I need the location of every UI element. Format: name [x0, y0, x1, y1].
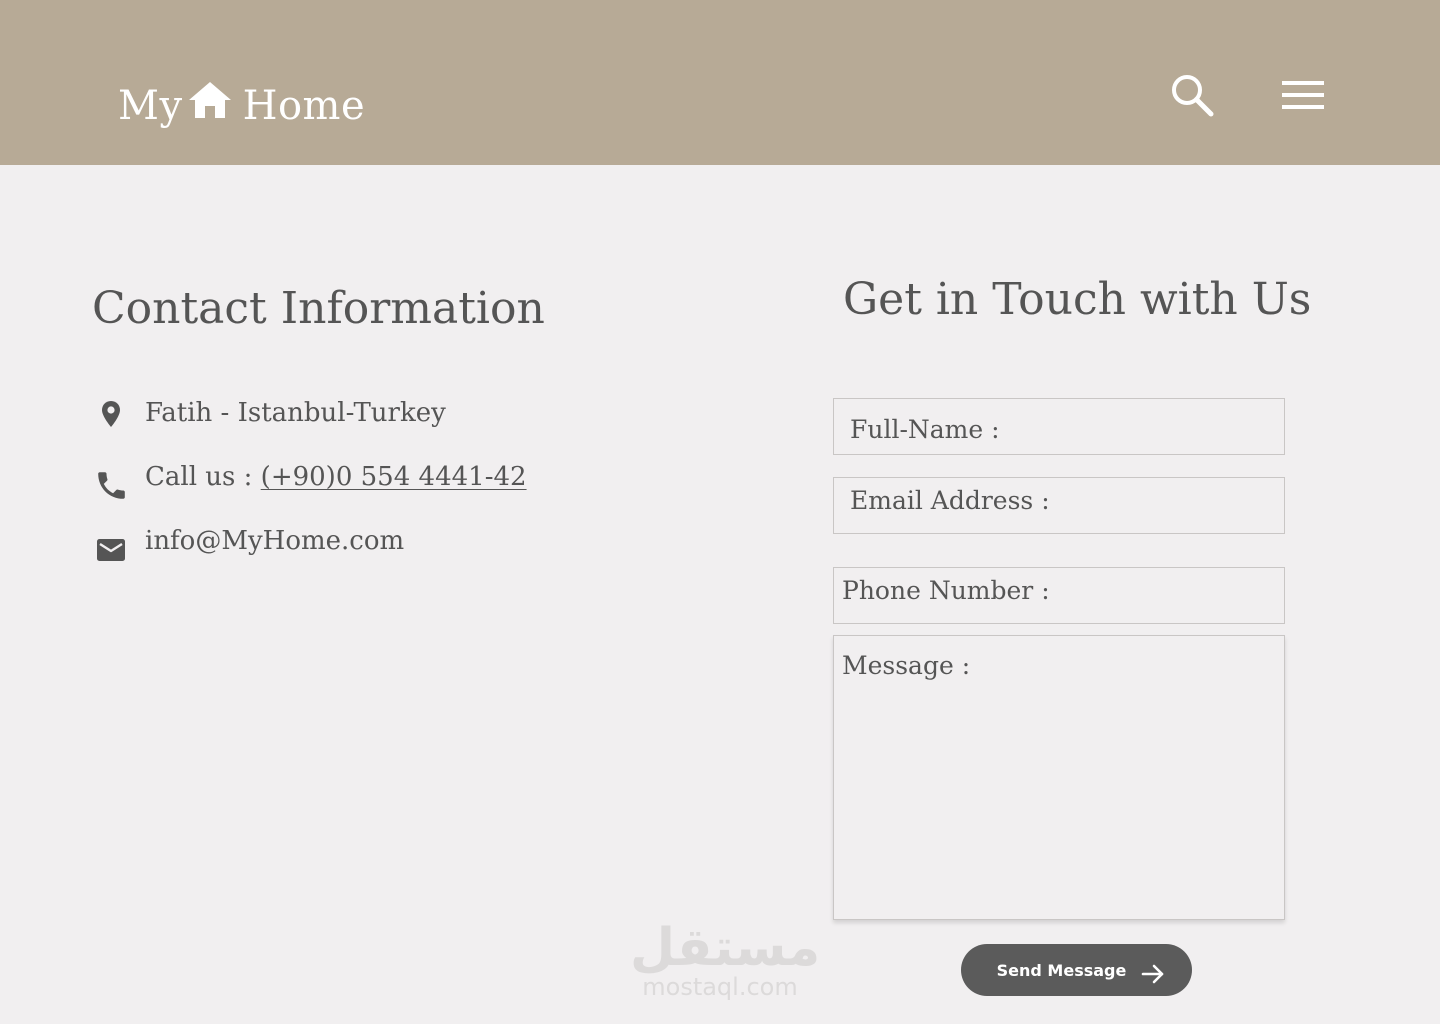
envelope-icon — [97, 539, 125, 561]
hamburger-menu-icon — [1282, 81, 1324, 109]
logo-text-my: My — [118, 83, 183, 129]
send-message-label: Send Message — [996, 960, 1127, 980]
watermark-arabic: مستقل — [630, 918, 821, 978]
watermark-latin: mostaql.com — [642, 973, 798, 1001]
phone-icon — [98, 472, 125, 499]
message-textarea[interactable] — [833, 635, 1285, 920]
site-logo[interactable]: My Home — [118, 66, 365, 126]
phone-input[interactable] — [833, 567, 1285, 624]
site-header: My Home — [0, 0, 1440, 165]
full-name-input[interactable] — [833, 398, 1285, 455]
send-message-button[interactable]: Send Message — [961, 944, 1192, 996]
watermark: مستقل mostaql.com — [630, 918, 821, 1001]
contact-info-title: Contact Information — [92, 283, 545, 334]
search-icon — [1172, 75, 1214, 117]
location-pin-icon — [102, 401, 120, 427]
email-input[interactable] — [833, 477, 1285, 534]
contact-phone: Call us : (+90)0 554 4441-42 — [95, 462, 527, 502]
contact-page: My Home Contact Information Fatih - Ista… — [0, 0, 1440, 1024]
logo-text-home: Home — [242, 83, 366, 129]
menu-button[interactable] — [1278, 70, 1328, 120]
phone-link[interactable]: (+90)0 554 4441-42 — [261, 462, 527, 492]
contact-location: Fatih - Istanbul-Turkey — [95, 398, 446, 430]
search-button[interactable] — [1167, 70, 1217, 120]
form-title: Get in Touch with Us — [843, 274, 1312, 325]
house-icon — [188, 82, 231, 118]
location-text: Fatih - Istanbul-Turkey — [145, 398, 446, 428]
contact-email: info@MyHome.com — [95, 526, 404, 566]
phone-prefix: Call us : — [145, 462, 261, 492]
arrow-right-icon — [1142, 964, 1164, 984]
email-text[interactable]: info@MyHome.com — [145, 526, 404, 556]
